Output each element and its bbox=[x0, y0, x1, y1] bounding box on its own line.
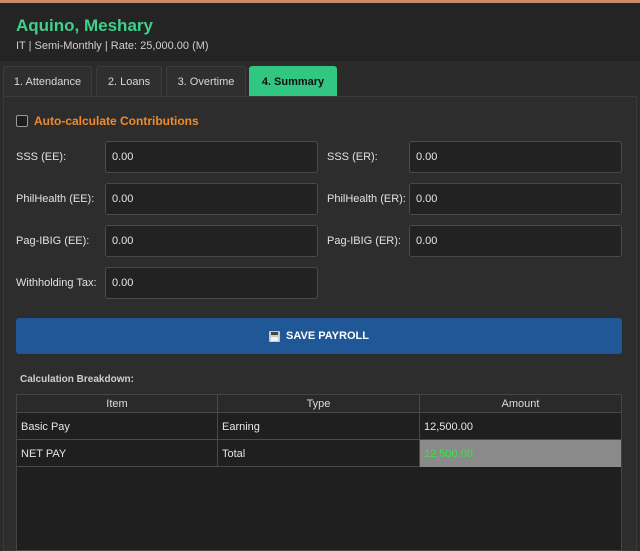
sss-ee-input[interactable]: 0.00 bbox=[105, 141, 318, 173]
sss-er-label: SSS (ER): bbox=[327, 151, 378, 163]
save-payroll-label: SAVE PAYROLL bbox=[286, 330, 369, 342]
cell-item[interactable]: NET PAY bbox=[17, 440, 218, 467]
column-header-amount[interactable]: Amount bbox=[420, 395, 621, 413]
tab-bar: 1. Attendance 2. Loans 3. Overtime 4. Su… bbox=[0, 66, 640, 96]
philhealth-ee-label: PhilHealth (EE): bbox=[16, 193, 95, 205]
table-row[interactable]: Basic Pay Earning 12,500.00 bbox=[17, 413, 621, 440]
cell-amount-net-pay[interactable]: 12,500.00 bbox=[420, 440, 621, 467]
table-row[interactable]: NET PAY Total 12,500.00 bbox=[17, 440, 621, 467]
auto-calculate-row[interactable]: Auto-calculate Contributions bbox=[16, 114, 199, 128]
philhealth-er-label: PhilHealth (ER): bbox=[327, 193, 406, 205]
pagibig-er-input[interactable]: 0.00 bbox=[409, 225, 622, 257]
breakdown-title: Calculation Breakdown: bbox=[20, 374, 134, 385]
philhealth-ee-input[interactable]: 0.00 bbox=[105, 183, 318, 215]
auto-calculate-label: Auto-calculate Contributions bbox=[34, 114, 199, 128]
employee-name: Aquino, Meshary bbox=[16, 16, 153, 35]
column-header-item[interactable]: Item bbox=[17, 395, 218, 413]
cell-amount[interactable]: 12,500.00 bbox=[420, 413, 621, 440]
floppy-disk-icon bbox=[269, 330, 281, 342]
pagibig-er-label: Pag-IBIG (ER): bbox=[327, 235, 401, 247]
cell-item[interactable]: Basic Pay bbox=[17, 413, 218, 440]
employee-header: Aquino, Meshary IT | Semi-Monthly | Rate… bbox=[0, 3, 640, 61]
withholding-tax-input[interactable]: 0.00 bbox=[105, 267, 318, 299]
cell-type[interactable]: Total bbox=[218, 440, 420, 467]
cell-type[interactable]: Earning bbox=[218, 413, 420, 440]
withholding-tax-label: Withholding Tax: bbox=[16, 277, 97, 289]
philhealth-er-input[interactable]: 0.00 bbox=[409, 183, 622, 215]
table-header: Item Type Amount bbox=[17, 395, 621, 413]
auto-calculate-checkbox[interactable] bbox=[16, 115, 28, 127]
save-payroll-button[interactable]: SAVE PAYROLL bbox=[16, 318, 622, 354]
employee-subtitle: IT | Semi-Monthly | Rate: 25,000.00 (M) bbox=[16, 40, 209, 52]
sss-ee-label: SSS (EE): bbox=[16, 151, 67, 163]
breakdown-table: Item Type Amount Basic Pay Earning 12,50… bbox=[16, 394, 622, 551]
column-header-type[interactable]: Type bbox=[218, 395, 420, 413]
tab-overtime[interactable]: 3. Overtime bbox=[166, 66, 246, 96]
pagibig-ee-input[interactable]: 0.00 bbox=[105, 225, 318, 257]
pagibig-ee-label: Pag-IBIG (EE): bbox=[16, 235, 90, 247]
tab-attendance[interactable]: 1. Attendance bbox=[3, 66, 92, 96]
tab-summary[interactable]: 4. Summary bbox=[249, 66, 337, 96]
sss-er-input[interactable]: 0.00 bbox=[409, 141, 622, 173]
tab-loans[interactable]: 2. Loans bbox=[96, 66, 162, 96]
